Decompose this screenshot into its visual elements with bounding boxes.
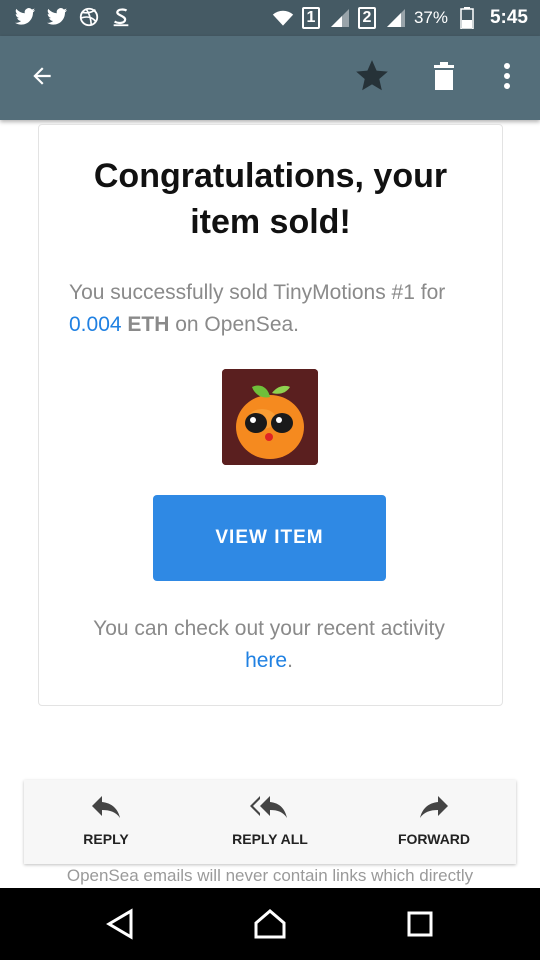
activity-suffix: . bbox=[287, 649, 293, 672]
description-suffix: on OpenSea. bbox=[169, 313, 300, 336]
reply-label: REPLY bbox=[83, 831, 129, 847]
recents-nav-button[interactable] bbox=[398, 904, 442, 948]
description-text: You successfully sold TinyMotions #1 for bbox=[69, 281, 446, 304]
nft-thumbnail[interactable] bbox=[222, 369, 318, 465]
square-recents-icon bbox=[406, 910, 434, 943]
sale-price: 0.004 bbox=[69, 313, 122, 336]
reply-all-button[interactable]: REPLY ALL bbox=[205, 794, 335, 858]
home-nav-button[interactable] bbox=[248, 904, 292, 948]
battery-icon bbox=[456, 7, 478, 29]
currency-label: ETH bbox=[127, 313, 170, 336]
delete-button[interactable] bbox=[424, 58, 464, 98]
sim1-indicator: 1 bbox=[301, 7, 320, 29]
forward-label: FORWARD bbox=[397, 831, 471, 847]
signal-icon bbox=[328, 7, 350, 29]
activity-link[interactable]: here bbox=[245, 649, 287, 672]
app-bar bbox=[0, 36, 540, 120]
navigation-bar bbox=[0, 888, 540, 960]
battery-percent: 37% bbox=[413, 8, 448, 27]
triangle-back-icon bbox=[105, 907, 135, 945]
view-item-button[interactable]: VIEW ITEM bbox=[153, 495, 386, 581]
more-options-button[interactable] bbox=[487, 58, 527, 98]
star-icon bbox=[353, 57, 391, 100]
home-icon bbox=[253, 908, 287, 945]
sim2-indicator: 2 bbox=[357, 7, 376, 29]
reply-button[interactable]: REPLY bbox=[41, 794, 171, 858]
arrow-left-icon bbox=[29, 63, 55, 94]
back-nav-button[interactable] bbox=[98, 904, 142, 948]
reply-all-label: REPLY ALL bbox=[232, 831, 308, 847]
back-button[interactable] bbox=[22, 58, 62, 98]
stripe-icon bbox=[110, 6, 132, 28]
forward-icon bbox=[418, 794, 450, 823]
wifi-icon bbox=[272, 7, 294, 29]
footer-disclaimer: OpenSea emails will never contain links … bbox=[66, 866, 474, 885]
email-title: Congratulations, your item sold! bbox=[93, 157, 448, 241]
forward-button[interactable]: FORWARD bbox=[369, 794, 499, 858]
sale-description: You successfully sold TinyMotions #1 for… bbox=[69, 277, 469, 341]
reply-bar: REPLY REPLY ALL FORWARD bbox=[24, 780, 516, 864]
activity-text: You can check out your recent activity h… bbox=[69, 613, 469, 677]
star-button[interactable] bbox=[352, 58, 392, 98]
signal-icon bbox=[384, 7, 406, 29]
status-bar: 1 2 37% 5:45 bbox=[0, 0, 540, 36]
twitter-icon bbox=[46, 6, 68, 28]
activity-prefix: You can check out your recent activity bbox=[93, 617, 445, 640]
reply-all-icon bbox=[250, 794, 290, 823]
dribbble-icon bbox=[78, 6, 100, 28]
email-card: Congratulations, your item sold! You suc… bbox=[38, 124, 503, 706]
orange-character-image bbox=[222, 369, 318, 465]
more-vert-icon bbox=[503, 62, 511, 94]
twitter-icon bbox=[14, 6, 36, 28]
reply-icon bbox=[90, 794, 122, 823]
clock: 5:45 bbox=[489, 7, 528, 28]
trash-icon bbox=[432, 61, 456, 95]
